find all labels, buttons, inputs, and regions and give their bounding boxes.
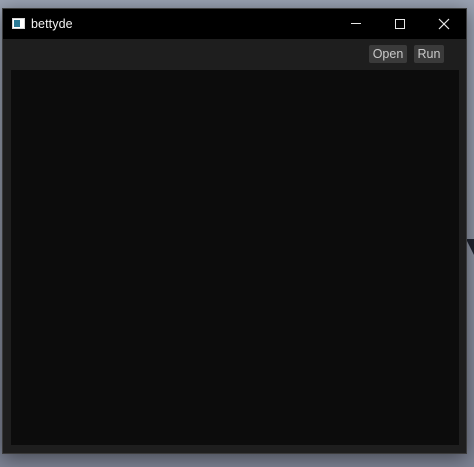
minimize-button[interactable] bbox=[334, 9, 378, 39]
maximize-icon bbox=[395, 19, 405, 29]
title-bar[interactable]: bettyde bbox=[3, 9, 466, 39]
run-button[interactable]: Run bbox=[414, 45, 444, 63]
close-button[interactable] bbox=[422, 9, 466, 39]
app-window: bettyde Open Run bbox=[2, 8, 467, 454]
close-icon bbox=[438, 18, 450, 30]
desktop-arrow-icon bbox=[466, 239, 474, 255]
toolbar: Open Run bbox=[3, 39, 466, 69]
minimize-icon bbox=[351, 23, 361, 24]
app-window-icon bbox=[12, 18, 25, 29]
open-button[interactable]: Open bbox=[369, 45, 407, 63]
editor-area[interactable] bbox=[11, 70, 459, 445]
window-title: bettyde bbox=[31, 17, 73, 31]
maximize-button[interactable] bbox=[378, 9, 422, 39]
